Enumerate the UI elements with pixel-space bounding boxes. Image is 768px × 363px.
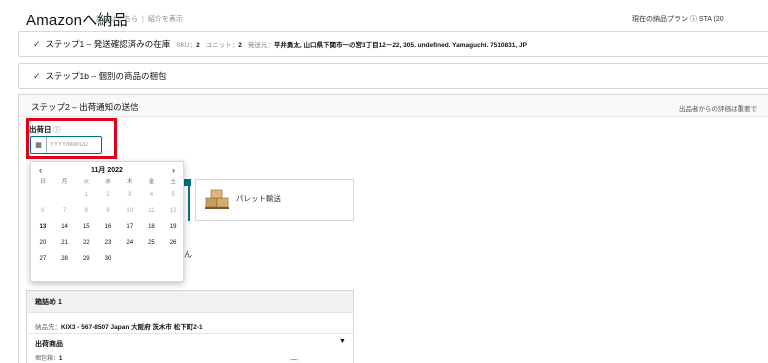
- highlight-box: [26, 118, 117, 159]
- calendar-day: 8: [84, 208, 88, 214]
- calendar-day: 2: [106, 192, 110, 198]
- box-count-value: 1: [59, 356, 63, 362]
- calendar-day[interactable]: 27: [32, 251, 54, 267]
- calendar-day[interactable]: 30: [97, 251, 119, 267]
- month-label: 11月 2022: [91, 167, 123, 174]
- weekday-label: 日: [40, 179, 46, 185]
- current-plan-label[interactable]: 現在の納品プラン ⓘ STA (20: [632, 14, 724, 24]
- step1b-title: ステップ1b – 個別の商品の梱包: [45, 71, 167, 81]
- step1-summary: SKU：2 ユニット：2 発送元：平井勇太, 山口県下関市一の宮3丁目12－22, …: [176, 39, 527, 49]
- truncated-text: ん: [184, 250, 192, 259]
- calendar-day[interactable]: 23: [97, 235, 119, 251]
- calendar-day[interactable]: 17: [119, 219, 141, 235]
- calendar-day: 3: [128, 192, 132, 198]
- box-panel-header: 箱詰め 1: [27, 291, 353, 313]
- details-link[interactable]: 詳細はこちら: [96, 16, 138, 23]
- shipped-items-label: 出荷商品: [35, 341, 63, 348]
- box-count-label: 梱包箱：: [35, 356, 60, 362]
- box-panel: 箱詰め 1 納品先：KIX3 - 567-8507 Japan 大阪府 茨木市 …: [26, 290, 354, 363]
- step1-title: ステップ1 – 発送確認済みの在庫: [45, 39, 171, 49]
- unit-value: 2: [238, 42, 242, 49]
- sku-value: 2: [196, 42, 200, 49]
- calendar-day: 11: [148, 208, 155, 214]
- origin-label: 発送元：: [247, 42, 274, 49]
- origin-value: 平井勇太, 山口県下関市一の宮3丁目12－22, 305. undefined.…: [273, 42, 527, 49]
- calendar-day: 5: [171, 192, 175, 198]
- calendar-grid: 日月火水木金土 1 2 3 4 5 6 7 8 9 10 11 12 13 14 15 16 17 18 19 20 21…: [32, 178, 184, 267]
- pallet-shipping-option[interactable]: パレット輸送: [195, 179, 354, 221]
- calendar-day[interactable]: 16: [97, 219, 119, 235]
- calendar-day[interactable]: 19: [162, 219, 184, 235]
- destination-label: 納品先：: [35, 324, 61, 331]
- seller-feedback-note: 出品者からの評価は重要で: [679, 106, 757, 113]
- calendar-day[interactable]: 18: [141, 219, 163, 235]
- step1b-panel[interactable]: ✓ ステップ1b – 個別の商品の梱包: [18, 63, 768, 89]
- next-month-icon[interactable]: ›: [172, 165, 175, 175]
- shipped-items-toggle[interactable]: 出荷商品 ▼: [27, 333, 353, 349]
- step2-title: ステップ2 – 出荷通知の送信: [31, 102, 139, 112]
- calendar-day[interactable]: 24: [119, 235, 141, 251]
- weekday-label: 木: [126, 179, 133, 185]
- check-icon: ✓: [33, 38, 41, 49]
- decorative-mark: [289, 359, 299, 362]
- calendar-day: 12: [169, 208, 177, 214]
- calendar-day[interactable]: 22: [75, 235, 97, 251]
- weekday-label: 土: [170, 179, 176, 185]
- calendar-day[interactable]: 15: [75, 219, 97, 235]
- calendar-day[interactable]: 13: [32, 219, 54, 235]
- check-icon: ✓: [33, 70, 41, 81]
- weekday-label: 火: [83, 179, 90, 185]
- step2-header: ステップ2 – 出荷通知の送信 出品者からの評価は重要で: [19, 95, 768, 117]
- pallet-shipping-label: パレット輸送: [236, 194, 281, 203]
- destination: 納品先：KIX3 - 567-8507 Japan 大阪府 茨木市 松下町2-1: [35, 321, 203, 331]
- box-panel-title: 箱詰め 1: [35, 299, 62, 306]
- title-links: 詳細はこちら | 紹介を表示: [96, 14, 183, 24]
- link-separator: |: [142, 16, 144, 23]
- boxes-icon: [205, 189, 229, 209]
- calendar-day: 9: [106, 208, 110, 214]
- prev-month-icon[interactable]: ‹: [39, 165, 42, 175]
- caret-down-icon[interactable]: ▼: [339, 338, 346, 345]
- calendar-day[interactable]: 14: [54, 219, 76, 235]
- selected-option-edge[interactable]: [184, 179, 190, 221]
- calendar-day: 7: [62, 208, 67, 214]
- calendar-day[interactable]: 25: [141, 235, 163, 251]
- date-picker-header: ‹ 11月 2022 ›: [31, 162, 183, 178]
- calendar-day[interactable]: 28: [54, 251, 76, 267]
- calendar-day: 1: [84, 192, 88, 198]
- show-intro-link[interactable]: 紹介を表示: [148, 16, 183, 23]
- date-picker: ‹ 11月 2022 › 日月火水木金土 1 2 3 4 5 6 7 8 9 10 11 12 13 14 1…: [30, 161, 184, 282]
- weekday-label: 水: [105, 179, 111, 185]
- unit-label: ユニット：: [205, 42, 239, 49]
- weekday-label: 金: [148, 179, 155, 185]
- calendar-day: 6: [41, 208, 45, 214]
- calendar-day[interactable]: 20: [32, 235, 54, 251]
- sku-label: SKU：: [176, 42, 197, 49]
- calendar-day[interactable]: 26: [162, 235, 184, 251]
- calendar-day[interactable]: 29: [75, 251, 97, 267]
- calendar-day: 4: [149, 192, 154, 198]
- destination-value: KIX3 - 567-8507 Japan 大阪府 茨木市 松下町2-1: [61, 324, 203, 331]
- weekday-label: 月: [61, 179, 68, 185]
- step1-panel[interactable]: ✓ ステップ1 – 発送確認済みの在庫 SKU：2 ユニット：2 発送元：平井勇太,…: [18, 31, 768, 57]
- calendar-day[interactable]: 21: [54, 235, 76, 251]
- calendar-day: 10: [126, 208, 134, 214]
- box-count: 梱包箱：1: [35, 353, 62, 362]
